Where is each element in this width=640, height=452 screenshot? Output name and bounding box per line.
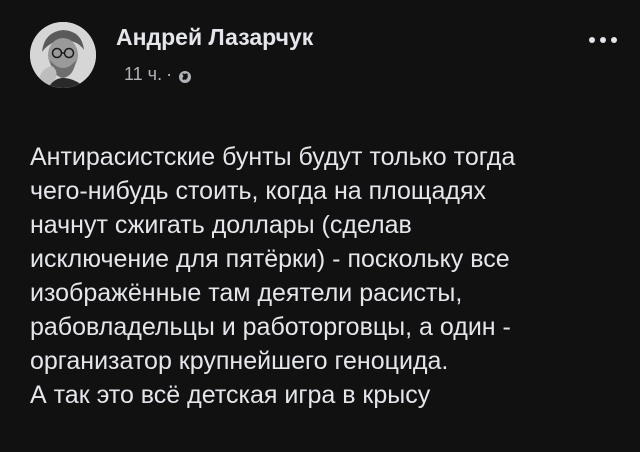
post-text-line: чего-нибудь стоить, когда на площадях	[30, 177, 487, 205]
author-name[interactable]: Андрей Лазарчук	[116, 24, 313, 51]
more-horizontal-icon	[589, 37, 617, 43]
post-text-line: Антирасистские бунты будут только тогда	[30, 143, 516, 171]
post-header: Андрей Лазарчук 11 ч. ·	[30, 20, 620, 90]
author-avatar[interactable]	[30, 22, 96, 88]
post-time[interactable]: 11 ч.	[124, 64, 162, 85]
post-meta: 11 ч. ·	[124, 64, 192, 85]
post-text-line: рабовладельцы и работорговцы, а один -	[30, 313, 511, 341]
post-text-line: начнут сжигать доллары (сделав	[30, 211, 412, 239]
meta-separator: ·	[166, 64, 173, 84]
post-text: Антирасистские бунты будут только тогда …	[30, 140, 630, 412]
post-card: Андрей Лазарчук 11 ч. · Антирасистские б…	[0, 0, 640, 452]
avatar-photo	[30, 22, 96, 88]
more-options-button[interactable]	[586, 28, 620, 52]
post-text-line: организатор крупнейшего геноцида.	[30, 347, 449, 375]
globe-icon[interactable]	[178, 68, 192, 83]
post-text-line: изображённые там деятели расисты,	[30, 279, 463, 307]
post-text-line: исключение для пятёрки) - поскольку все	[30, 245, 510, 273]
post-text-line: А так это всё детская игра в крысу	[30, 381, 431, 409]
